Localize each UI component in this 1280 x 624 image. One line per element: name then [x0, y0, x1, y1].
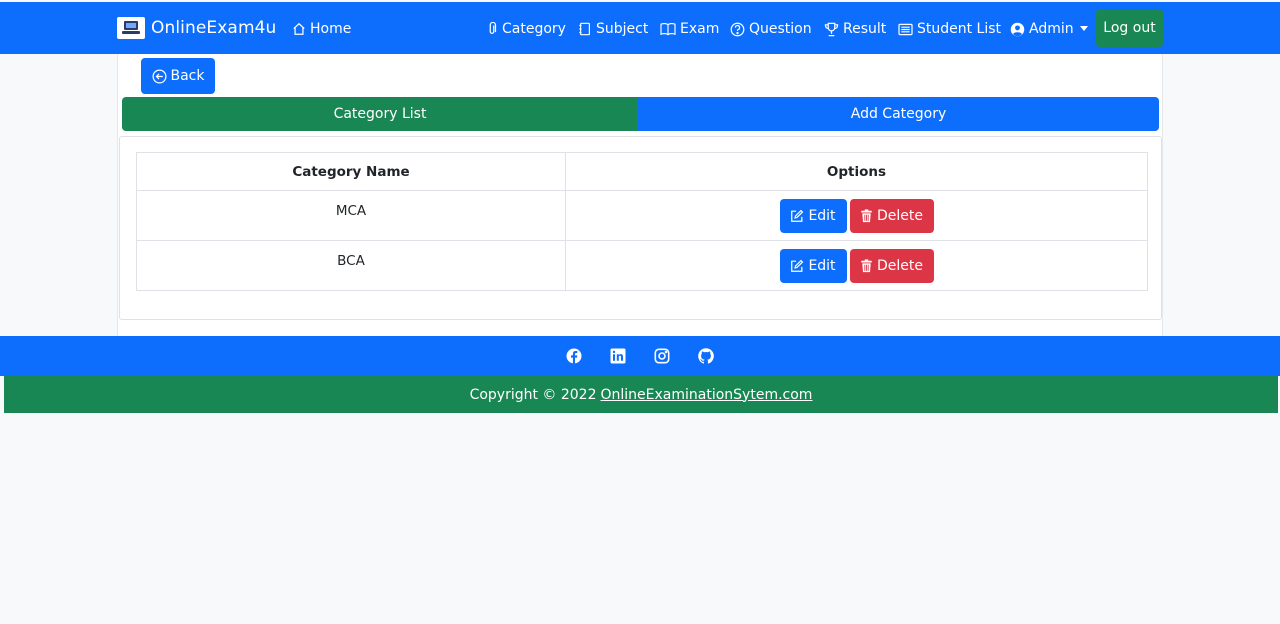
options-cell: Edit Delete: [565, 240, 1148, 291]
table-row: MCA Edit Delete: [136, 190, 1148, 241]
delete-label: Delete: [877, 207, 923, 224]
linkedin-icon[interactable]: [610, 348, 626, 364]
copyright-text: Copyright © 2022: [469, 386, 597, 403]
table-header-row: Category Name Options: [136, 152, 1148, 191]
delete-label: Delete: [877, 257, 923, 274]
edit-icon: [791, 209, 804, 222]
nav-exam-label: Exam: [680, 21, 720, 37]
brand-link[interactable]: OnlineExam4u: [117, 14, 276, 42]
arrow-left-circle-icon: [152, 69, 166, 83]
category-name-cell: BCA: [136, 240, 566, 291]
instagram-icon[interactable]: [654, 348, 670, 364]
nav-result-label: Result: [843, 21, 887, 37]
user-circle-icon: [1010, 22, 1025, 36]
nav-subject-label: Subject: [596, 21, 649, 37]
trophy-icon: [824, 22, 839, 36]
computer-logo-icon: [117, 17, 145, 39]
github-icon[interactable]: [698, 348, 714, 364]
nav-result[interactable]: Result: [824, 18, 886, 40]
navbar: OnlineExam4u Home Category Subject Exam …: [0, 2, 1280, 54]
nav-category[interactable]: Category: [486, 18, 566, 40]
nav-student-list-label: Student List: [917, 21, 1002, 37]
trash-icon: [861, 208, 872, 222]
edit-label: Edit: [808, 257, 836, 274]
nav-category-label: Category: [502, 21, 566, 37]
edit-label: Edit: [808, 207, 836, 224]
header-options: Options: [565, 152, 1148, 191]
brand-name: OnlineExam4u: [151, 18, 277, 38]
house-icon: [293, 22, 305, 35]
tab-category-list[interactable]: Category List: [122, 97, 638, 131]
nav-question[interactable]: Question: [730, 18, 812, 40]
back-button[interactable]: Back: [141, 58, 215, 94]
caret-down-icon: [1079, 25, 1088, 31]
footer-copyright: Copyright © 2022 OnlineExaminationSytem.…: [4, 376, 1278, 413]
back-label: Back: [170, 68, 205, 84]
nav-student-list[interactable]: Student List: [898, 18, 1001, 40]
edit-icon: [791, 259, 804, 272]
logout-button[interactable]: Log out: [1096, 9, 1163, 47]
main-container: Back Category List Add Category Category…: [117, 54, 1163, 336]
nav-home[interactable]: Home: [292, 18, 351, 40]
nav-subject[interactable]: Subject: [578, 18, 648, 40]
trash-icon: [861, 258, 872, 272]
nav-question-label: Question: [749, 21, 812, 37]
nav-exam[interactable]: Exam: [660, 18, 719, 40]
book-icon: [660, 23, 676, 36]
delete-button[interactable]: Delete: [849, 198, 934, 233]
footer-site-link[interactable]: OnlineExaminationSytem.com: [601, 387, 813, 403]
footer-social-bar: [0, 336, 1280, 376]
category-table: Category Name Options MCA Edit Delete BC…: [136, 152, 1148, 291]
facebook-icon[interactable]: [566, 348, 582, 364]
tab-add-category[interactable]: Add Category: [638, 97, 1159, 131]
category-name-cell: MCA: [136, 190, 566, 241]
tab-bar: Category List Add Category: [122, 97, 1159, 131]
list-icon: [898, 23, 913, 35]
notebook-icon: [579, 22, 590, 36]
question-circle-icon: [730, 22, 745, 36]
edit-button[interactable]: Edit: [779, 248, 847, 283]
edit-button[interactable]: Edit: [779, 198, 847, 233]
options-cell: Edit Delete: [565, 190, 1148, 241]
table-row: BCA Edit Delete: [136, 240, 1148, 291]
paperclip-icon: [489, 22, 497, 34]
delete-button[interactable]: Delete: [849, 248, 934, 283]
admin-dropdown[interactable]: Admin: [1010, 18, 1088, 40]
admin-label: Admin: [1029, 21, 1074, 37]
nav-home-label: Home: [310, 21, 352, 37]
category-card: Category Name Options MCA Edit Delete BC…: [119, 136, 1162, 320]
header-category-name: Category Name: [136, 152, 566, 191]
